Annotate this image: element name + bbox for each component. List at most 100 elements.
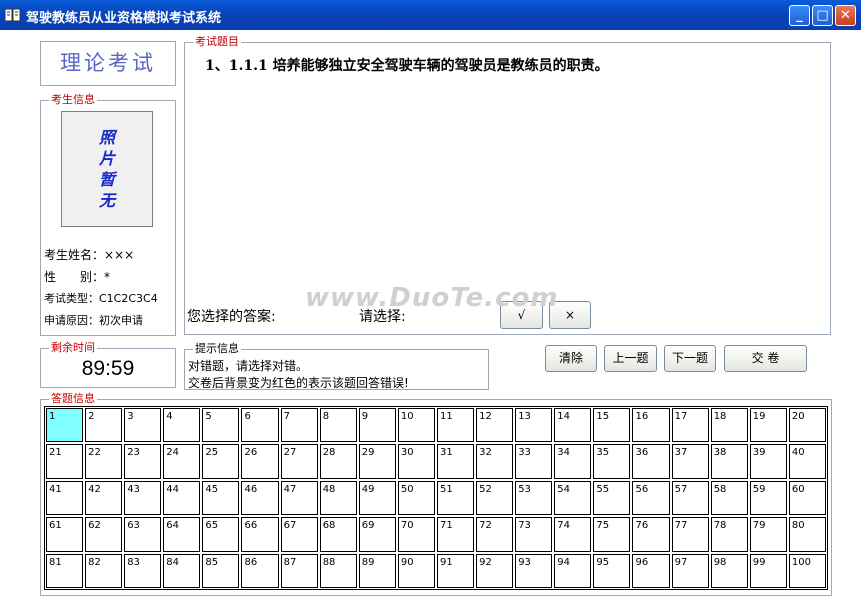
answer-cell[interactable]: 18 bbox=[710, 408, 748, 443]
answer-cell[interactable]: 3 bbox=[124, 408, 162, 443]
answer-cell[interactable]: 69 bbox=[358, 517, 396, 552]
prev-question-button[interactable]: 上一题 bbox=[604, 345, 657, 372]
answer-cell[interactable]: 92 bbox=[476, 553, 514, 588]
answer-cell[interactable]: 22 bbox=[85, 444, 123, 479]
answer-cell[interactable]: 84 bbox=[163, 553, 201, 588]
answer-cell[interactable]: 46 bbox=[241, 480, 279, 516]
answer-cell[interactable]: 4 bbox=[163, 408, 201, 443]
answer-cell[interactable]: 34 bbox=[554, 444, 592, 479]
answer-cell[interactable]: 21 bbox=[46, 444, 84, 479]
answer-cell[interactable]: 65 bbox=[202, 517, 240, 552]
close-button[interactable]: ✕ bbox=[835, 5, 856, 26]
answer-cell[interactable]: 75 bbox=[593, 517, 631, 552]
answer-cell[interactable]: 91 bbox=[436, 553, 475, 588]
answer-cell[interactable]: 7 bbox=[280, 408, 318, 443]
answer-cell[interactable]: 93 bbox=[515, 553, 553, 588]
answer-cell[interactable]: 90 bbox=[397, 553, 435, 588]
answer-cell[interactable]: 96 bbox=[632, 553, 670, 588]
answer-cell[interactable]: 14 bbox=[554, 408, 592, 443]
answer-cell[interactable]: 36 bbox=[632, 444, 670, 479]
answer-cell[interactable]: 83 bbox=[124, 553, 162, 588]
answer-cell[interactable]: 45 bbox=[202, 480, 240, 516]
answer-cell[interactable]: 42 bbox=[85, 480, 123, 516]
answer-cell[interactable]: 12 bbox=[476, 408, 514, 443]
answer-cell[interactable]: 29 bbox=[358, 444, 396, 479]
answer-cell[interactable]: 2 bbox=[85, 408, 123, 443]
answer-cell[interactable]: 44 bbox=[163, 480, 201, 516]
answer-cell[interactable]: 24 bbox=[163, 444, 201, 479]
answer-cell[interactable]: 1 bbox=[46, 408, 84, 443]
clear-button[interactable]: 清除 bbox=[545, 345, 597, 372]
answer-cell[interactable]: 26 bbox=[241, 444, 279, 479]
answer-cell[interactable]: 40 bbox=[788, 444, 826, 479]
answer-cell[interactable]: 52 bbox=[476, 480, 514, 516]
answer-cell[interactable]: 94 bbox=[554, 553, 592, 588]
answer-cell[interactable]: 37 bbox=[671, 444, 709, 479]
answer-cell[interactable]: 98 bbox=[710, 553, 748, 588]
answer-cell[interactable]: 72 bbox=[476, 517, 514, 552]
answer-cell[interactable]: 77 bbox=[671, 517, 709, 552]
answer-cell[interactable]: 86 bbox=[241, 553, 279, 588]
answer-cell[interactable]: 74 bbox=[554, 517, 592, 552]
answer-cell[interactable]: 55 bbox=[593, 480, 631, 516]
answer-cell[interactable]: 100 bbox=[788, 553, 826, 588]
answer-cell[interactable]: 49 bbox=[358, 480, 396, 516]
answer-cell[interactable]: 53 bbox=[515, 480, 553, 516]
answer-cell[interactable]: 88 bbox=[319, 553, 357, 588]
answer-cell[interactable]: 20 bbox=[788, 408, 826, 443]
answer-cell[interactable]: 60 bbox=[788, 480, 826, 516]
answer-cell[interactable]: 30 bbox=[397, 444, 435, 479]
answer-cell[interactable]: 70 bbox=[397, 517, 435, 552]
next-question-button[interactable]: 下一题 bbox=[664, 345, 716, 372]
answer-cell[interactable]: 32 bbox=[476, 444, 514, 479]
answer-cell[interactable]: 82 bbox=[85, 553, 123, 588]
answer-cell[interactable]: 33 bbox=[515, 444, 553, 479]
answer-cell[interactable]: 73 bbox=[515, 517, 553, 552]
answer-cell[interactable]: 50 bbox=[397, 480, 435, 516]
answer-cell[interactable]: 23 bbox=[124, 444, 162, 479]
answer-cell[interactable]: 10 bbox=[397, 408, 435, 443]
answer-cell[interactable]: 62 bbox=[85, 517, 123, 552]
answer-cell[interactable]: 31 bbox=[436, 444, 475, 479]
answer-cell[interactable]: 68 bbox=[319, 517, 357, 552]
answer-cell[interactable]: 79 bbox=[749, 517, 787, 552]
answer-cell[interactable]: 43 bbox=[124, 480, 162, 516]
answer-cell[interactable]: 38 bbox=[710, 444, 748, 479]
answer-cell[interactable]: 67 bbox=[280, 517, 318, 552]
answer-cell[interactable]: 87 bbox=[280, 553, 318, 588]
answer-cell[interactable]: 58 bbox=[710, 480, 748, 516]
answer-cell[interactable]: 54 bbox=[554, 480, 592, 516]
answer-cell[interactable]: 35 bbox=[593, 444, 631, 479]
answer-cell[interactable]: 19 bbox=[749, 408, 787, 443]
answer-cell[interactable]: 51 bbox=[436, 480, 475, 516]
answer-cell[interactable]: 76 bbox=[632, 517, 670, 552]
answer-cell[interactable]: 17 bbox=[671, 408, 709, 443]
answer-cell[interactable]: 61 bbox=[46, 517, 84, 552]
maximize-button[interactable]: □ bbox=[812, 5, 833, 26]
answer-cell[interactable]: 27 bbox=[280, 444, 318, 479]
answer-cell[interactable]: 56 bbox=[632, 480, 670, 516]
submit-exam-button[interactable]: 交 卷 bbox=[724, 345, 807, 372]
answer-cell[interactable]: 6 bbox=[241, 408, 279, 443]
answer-cell[interactable]: 97 bbox=[671, 553, 709, 588]
answer-cell[interactable]: 8 bbox=[319, 408, 357, 443]
title-bar[interactable]: 驾驶教练员从业资格模拟考试系统 _ □ ✕ bbox=[0, 0, 861, 30]
answer-cell[interactable]: 39 bbox=[749, 444, 787, 479]
answer-cell[interactable]: 47 bbox=[280, 480, 318, 516]
answer-cell[interactable]: 5 bbox=[202, 408, 240, 443]
answer-cell[interactable]: 59 bbox=[749, 480, 787, 516]
answer-cell[interactable]: 64 bbox=[163, 517, 201, 552]
answer-cell[interactable]: 57 bbox=[671, 480, 709, 516]
answer-cell[interactable]: 9 bbox=[358, 408, 396, 443]
minimize-button[interactable]: _ bbox=[789, 5, 810, 26]
answer-cell[interactable]: 89 bbox=[358, 553, 396, 588]
answer-cell[interactable]: 85 bbox=[202, 553, 240, 588]
answer-cell[interactable]: 63 bbox=[124, 517, 162, 552]
answer-cell[interactable]: 13 bbox=[515, 408, 553, 443]
answer-cell[interactable]: 16 bbox=[632, 408, 670, 443]
answer-cell[interactable]: 41 bbox=[46, 480, 84, 516]
answer-cell[interactable]: 80 bbox=[788, 517, 826, 552]
answer-cell[interactable]: 81 bbox=[46, 553, 84, 588]
answer-cell[interactable]: 95 bbox=[593, 553, 631, 588]
answer-cell[interactable]: 78 bbox=[710, 517, 748, 552]
